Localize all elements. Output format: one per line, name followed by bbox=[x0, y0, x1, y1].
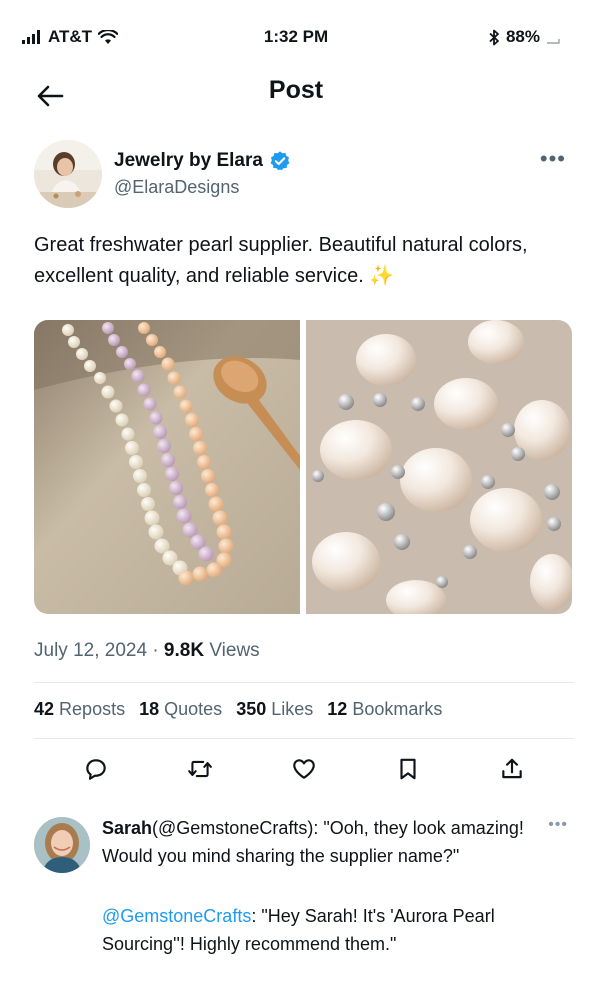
bookmark-button[interactable] bbox=[390, 751, 426, 787]
views-count: 9.8K bbox=[163, 640, 205, 661]
author-avatar[interactable] bbox=[34, 140, 102, 208]
stat-count: 12 bbox=[327, 699, 348, 719]
status-right: 88% bbox=[489, 27, 560, 47]
reply-author-name[interactable]: Sarah bbox=[102, 818, 152, 838]
divider bbox=[34, 738, 574, 739]
stat-label: Likes bbox=[271, 699, 314, 719]
status-bar: AT&T 1:32 PM 88% bbox=[0, 0, 592, 70]
post-text-body: Great freshwater pearl supplier. Beautif… bbox=[34, 234, 528, 287]
post-date[interactable]: July 12, 2024 bbox=[34, 640, 147, 661]
reply-avatar-image bbox=[34, 817, 90, 873]
author-handle[interactable]: @ElaraDesigns bbox=[114, 177, 239, 198]
media-image-1[interactable] bbox=[34, 320, 300, 614]
heart-icon bbox=[293, 759, 315, 779]
post-stats: 42 Reposts 18 Quotes 350 Likes 12 Bookma… bbox=[34, 699, 442, 720]
reply-icon bbox=[86, 759, 106, 780]
stat-label: Bookmarks bbox=[352, 699, 443, 719]
post-meta: July 12, 2024 · 9.8K Views bbox=[34, 640, 260, 662]
reply-comment: Sarah(@GemstoneCrafts): "Ooh, they look … bbox=[102, 814, 564, 870]
divider bbox=[34, 682, 574, 683]
share-icon bbox=[502, 758, 522, 779]
stat-count: 18 bbox=[139, 699, 160, 719]
bluetooth-icon bbox=[489, 29, 499, 45]
verified-badge-icon bbox=[270, 151, 290, 171]
post-media bbox=[34, 320, 572, 614]
mention-link[interactable]: @GemstoneCrafts bbox=[102, 906, 251, 926]
author-name[interactable]: Jewelry by Elara bbox=[114, 150, 291, 172]
action-bar bbox=[34, 748, 574, 790]
stat-count: 42 bbox=[34, 699, 55, 719]
top-nav: Post bbox=[0, 68, 592, 120]
meta-separator: · bbox=[152, 640, 159, 661]
reply-avatar[interactable] bbox=[34, 817, 90, 873]
reply-author-handle[interactable]: (@GemstoneCrafts) bbox=[152, 818, 313, 838]
bookmark-icon bbox=[400, 758, 416, 780]
stat-quotes[interactable]: 18 Quotes bbox=[139, 699, 222, 720]
battery-percent: 88% bbox=[505, 27, 540, 46]
stat-count: 350 bbox=[236, 699, 267, 719]
avatar-image bbox=[34, 140, 102, 208]
views-label: Views bbox=[209, 640, 260, 661]
stat-likes[interactable]: 350 Likes bbox=[236, 699, 313, 720]
post-text: Great freshwater pearl supplier. Beautif… bbox=[34, 230, 574, 292]
sparkle-emoji: ✨ bbox=[369, 265, 395, 287]
battery-icon bbox=[547, 39, 560, 44]
baroque-pearls-image bbox=[306, 320, 572, 614]
more-options-button[interactable]: ••• bbox=[540, 146, 566, 172]
pearl-necklaces-image bbox=[34, 320, 300, 614]
reply-button[interactable] bbox=[78, 751, 114, 787]
stat-reposts[interactable]: 42 Reposts bbox=[34, 699, 125, 720]
reply-response: @GemstoneCrafts: "Hey Sarah! It's 'Auror… bbox=[102, 902, 572, 958]
author-name-text: Jewelry by Elara bbox=[114, 150, 263, 171]
share-button[interactable] bbox=[494, 751, 530, 787]
repost-icon bbox=[188, 760, 212, 778]
repost-button[interactable] bbox=[182, 751, 218, 787]
stat-label: Quotes bbox=[164, 699, 223, 719]
stat-bookmarks[interactable]: 12 Bookmarks bbox=[327, 699, 442, 720]
page-title: Post bbox=[268, 76, 324, 104]
media-image-2[interactable] bbox=[306, 320, 572, 614]
like-button[interactable] bbox=[286, 751, 322, 787]
stat-label: Reposts bbox=[59, 699, 126, 719]
